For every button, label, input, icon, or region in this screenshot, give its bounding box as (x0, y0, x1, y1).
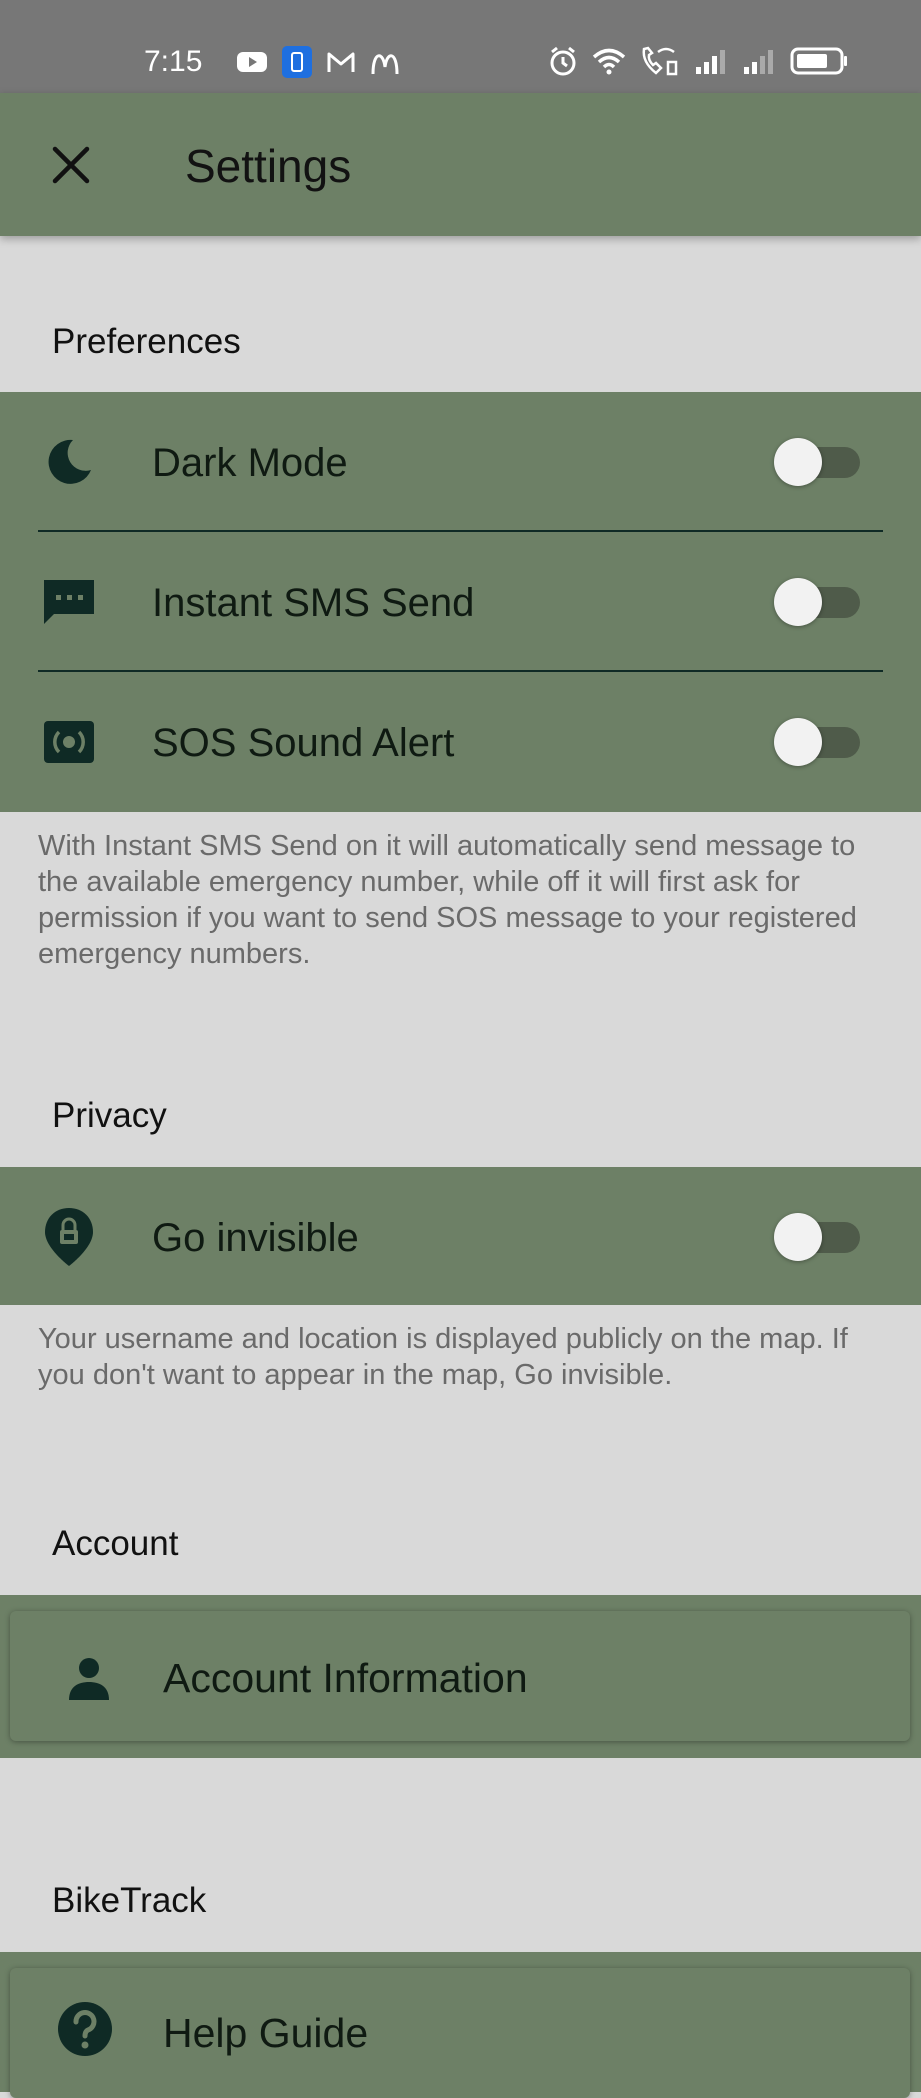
setting-label-sos-sound: SOS Sound Alert (152, 721, 455, 765)
section-header-account: Account (52, 1524, 179, 1563)
wifi-calling-icon (642, 46, 678, 76)
biketrack-card-container: Help Guide (0, 1952, 921, 2098)
setting-label-go-invisible: Go invisible (152, 1216, 359, 1260)
gmail-icon (327, 52, 355, 72)
setting-row-go-invisible: Go invisible (0, 1167, 921, 1307)
toggle-sos-sound[interactable] (774, 718, 868, 766)
section-header-privacy: Privacy (52, 1096, 167, 1135)
toggle-thumb (774, 438, 822, 486)
status-time: 7:15 (144, 45, 203, 78)
help-guide-label: Help Guide (163, 2010, 369, 2056)
section-header-preferences: Preferences (52, 322, 241, 361)
sound-alert-icon (38, 711, 100, 773)
privacy-card: Go invisible (0, 1167, 921, 1305)
alarm-icon (550, 46, 576, 76)
toggle-thumb (774, 1213, 822, 1261)
help-icon (54, 1998, 116, 2060)
privacy-helper-text: Your username and location is displayed … (38, 1323, 848, 1391)
toggle-thumb (774, 578, 822, 626)
account-information-button[interactable]: Account Information (10, 1611, 910, 1741)
account-card-container: Account Information (0, 1595, 921, 1758)
mcdonalds-icon (371, 54, 399, 75)
signal-icon (696, 50, 725, 74)
page-title: Settings (185, 140, 352, 192)
notification-icon (282, 46, 312, 78)
status-right-icons (548, 44, 848, 78)
location-lock-icon (38, 1206, 100, 1268)
setting-row-sos-sound: SOS Sound Alert (0, 672, 921, 812)
preferences-card: Dark Mode Instant SMS Send SOS Sound Ale… (0, 392, 921, 812)
setting-label-instant-sms: Instant SMS Send (152, 581, 475, 625)
toggle-go-invisible[interactable] (774, 1213, 868, 1261)
account-information-label: Account Information (163, 1655, 528, 1701)
app-bar: Settings (0, 93, 921, 236)
toggle-thumb (774, 718, 822, 766)
status-bar: 7:15 (0, 0, 921, 93)
setting-label-dark-mode: Dark Mode (152, 441, 348, 485)
wifi-icon (592, 48, 626, 75)
status-left-icons (236, 46, 400, 78)
help-guide-button[interactable]: Help Guide (10, 1968, 910, 2098)
toggle-instant-sms[interactable] (774, 578, 868, 626)
battery-icon (790, 47, 847, 75)
preferences-helper-text: With Instant SMS Send on it will automat… (38, 830, 857, 970)
close-icon (52, 146, 90, 184)
person-icon (58, 1647, 120, 1709)
moon-icon (38, 431, 100, 493)
sms-icon (38, 571, 100, 633)
close-button[interactable] (44, 138, 98, 192)
setting-row-instant-sms: Instant SMS Send (0, 532, 921, 672)
signal-icon-2 (744, 50, 773, 74)
section-header-biketrack: BikeTrack (52, 1881, 207, 1920)
youtube-icon (237, 52, 267, 72)
setting-row-dark-mode: Dark Mode (0, 392, 921, 532)
toggle-dark-mode[interactable] (774, 438, 868, 486)
